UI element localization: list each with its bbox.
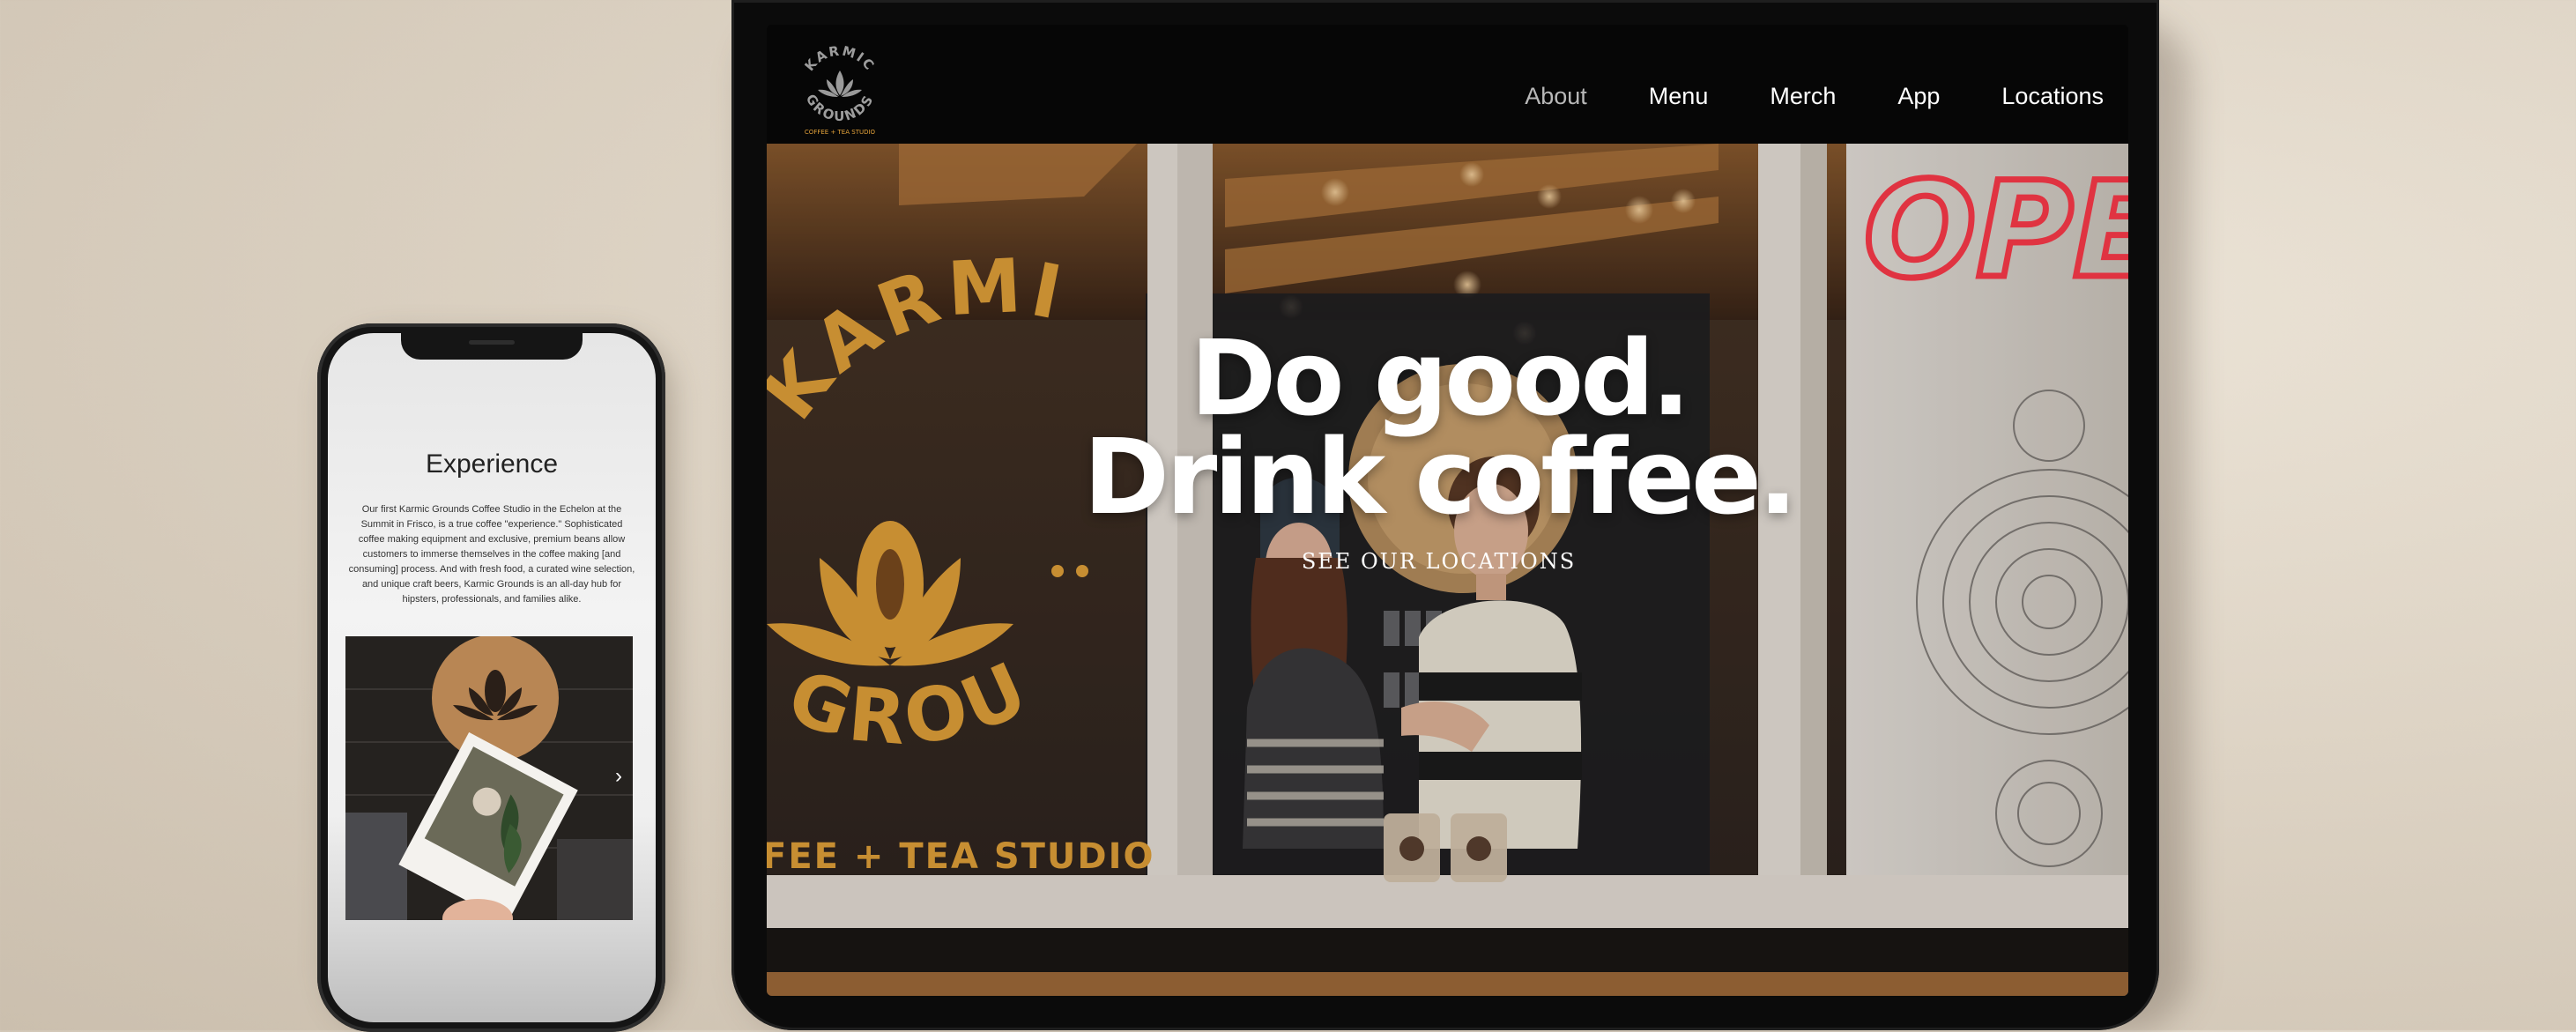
logo-tagline: COFFEE + TEA STUDIO (805, 129, 876, 136)
speaker-grille (469, 340, 515, 345)
experience-description: Our first Karmic Grounds Coffee Studio i… (348, 504, 635, 605)
see-locations-link[interactable]: SEE OUR LOCATIONS (1071, 549, 1807, 574)
svg-text:GROUNDS: GROUNDS (803, 92, 877, 124)
logo-top-text: KARMIC (801, 43, 876, 75)
phone-notch (401, 333, 583, 360)
site-header: KARMIC GROUNDS COFFEE + TEA STUDIO About… (767, 25, 2128, 144)
tablet-screen: KARMIC GROUNDS COFFEE + TEA STUDIO About… (767, 25, 2128, 996)
hero-headline-line2: Drink coffee. (1083, 416, 1798, 538)
nav-app[interactable]: App (1897, 83, 1940, 110)
hero-headline-line1: Do good. (1190, 317, 1691, 439)
experience-heading: Experience (425, 449, 559, 479)
phone-screen: Experience Our first Karmic Grounds Coff… (328, 333, 656, 1022)
experience-carousel[interactable]: › (345, 636, 633, 920)
logo-bottom-text: GROUNDS (803, 92, 875, 124)
hero-section: OPE KARMIC GROUNDS (767, 144, 2128, 996)
nav-menu[interactable]: Menu (1649, 83, 1709, 110)
karmic-grounds-logo[interactable]: KARMIC GROUNDS COFFEE + TEA STUDIO (791, 33, 888, 139)
main-nav: About Menu Merch App Locations (1525, 83, 2104, 110)
svg-text:KARMIC: KARMIC (801, 43, 878, 75)
nav-locations[interactable]: Locations (2001, 83, 2104, 110)
nav-merch[interactable]: Merch (1770, 83, 1836, 110)
nav-about[interactable]: About (1525, 83, 1587, 110)
lotus-icon (818, 71, 862, 97)
chevron-right-icon[interactable]: › (615, 764, 622, 789)
carousel-photo (345, 636, 633, 920)
hero-headline: Do good. Drink coffee. (1071, 317, 1807, 538)
